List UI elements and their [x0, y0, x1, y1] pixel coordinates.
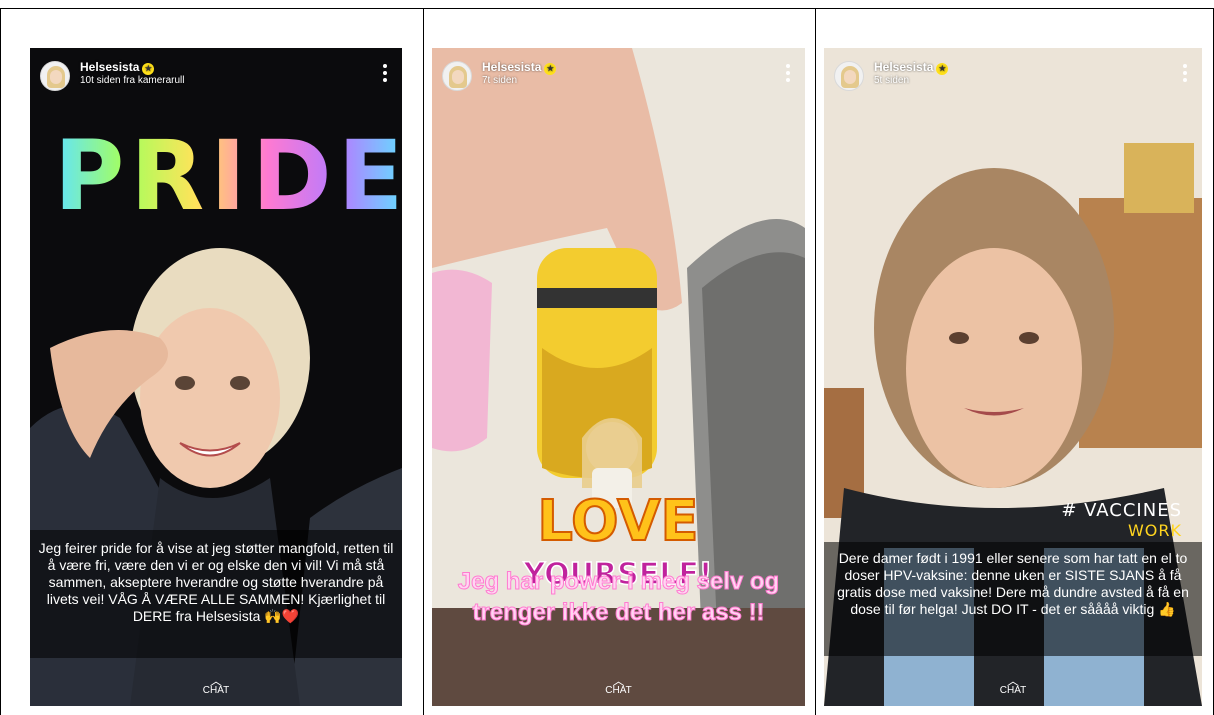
timestamp: 7t siden — [482, 75, 518, 86]
story-header: Helsesista ★ 10t siden fra kamerarull — [40, 58, 392, 92]
verified-star-icon: ★ — [936, 63, 949, 75]
chat-button[interactable]: ︿ CHAT — [30, 674, 402, 696]
story-caption: Dere damer født i 1991 eller senere som … — [824, 542, 1202, 656]
timestamp: 5t siden — [874, 75, 910, 86]
grid-divider-1 — [423, 8, 424, 715]
story-header: Helsesista ★ 5t siden — [834, 58, 1192, 92]
chat-label: CHAT — [605, 685, 632, 696]
chevron-up-icon: ︿ — [612, 674, 625, 688]
verified-star-icon: ★ — [544, 63, 557, 75]
avatar[interactable] — [442, 61, 472, 91]
vaccines-sticker-line2: WORK — [1127, 521, 1182, 540]
grid-left-line — [0, 8, 1, 715]
chat-button[interactable]: ︿ CHAT — [432, 674, 805, 696]
username[interactable]: Helsesista ★ — [80, 60, 155, 75]
more-options-icon[interactable] — [1182, 64, 1188, 85]
avatar[interactable] — [834, 61, 864, 91]
verified-star-icon: ★ — [142, 63, 155, 75]
username-text: Helsesista — [80, 60, 140, 74]
avatar[interactable] — [40, 61, 70, 91]
chat-label: CHAT — [999, 685, 1027, 696]
story-header: Helsesista ★ 7t siden — [442, 58, 795, 92]
chat-button[interactable]: ︿ CHAT — [824, 674, 1202, 696]
story-panel-2[interactable]: LOVE YOURSELF! Helsesista ★ 7t siden Jeg … — [432, 48, 805, 706]
story-panel-1[interactable]: PRIDE Helsesista ★ 10t siden fra kameraru… — [30, 48, 402, 706]
username-text: Helsesista — [482, 60, 542, 74]
username-text: Helsesista — [874, 60, 934, 74]
chat-label: CHAT — [202, 685, 230, 696]
story-caption: Jeg feirer pride for å vise at jeg støtt… — [30, 530, 402, 658]
chevron-up-icon: ︿ — [1006, 674, 1019, 688]
more-options-icon[interactable] — [785, 64, 791, 85]
story-panel-3[interactable]: # VACCINES WORK Helsesista ★ 5t siden Der… — [824, 48, 1202, 706]
grid-divider-2 — [815, 8, 816, 715]
vaccines-sticker-line1: # VACCINES — [1061, 500, 1182, 521]
story-caption: Jeg har power i meg selv og trenger ikke… — [457, 568, 780, 627]
grid-top-line — [0, 8, 1214, 9]
love-sticker-text: LOVE — [537, 489, 698, 554]
chevron-up-icon: ︿ — [209, 674, 222, 688]
timestamp: 10t siden fra kamerarull — [80, 75, 185, 86]
username[interactable]: Helsesista ★ — [874, 60, 949, 75]
pride-sticker: PRIDE — [54, 120, 402, 232]
username[interactable]: Helsesista ★ — [482, 60, 557, 75]
more-options-icon[interactable] — [382, 64, 388, 85]
vaccines-work-sticker: # VACCINES WORK — [1061, 500, 1182, 540]
